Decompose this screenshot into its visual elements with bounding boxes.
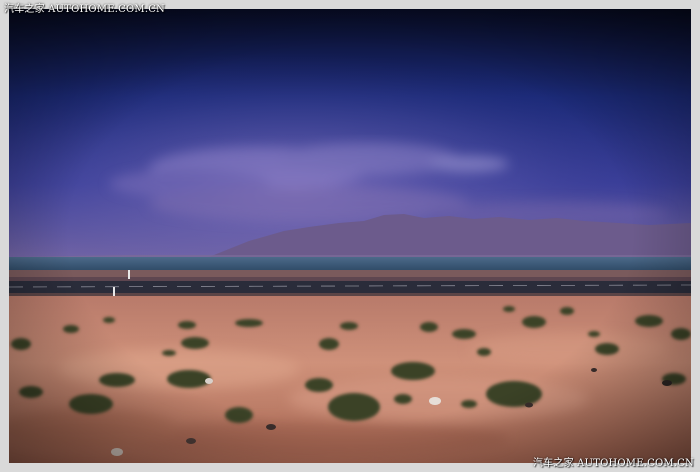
landscape-photo xyxy=(9,9,691,463)
landscape-illustration xyxy=(9,9,691,463)
watermark-top-left: 汽车之家 AUTOHOME.COM.CN xyxy=(4,4,166,15)
watermark-bottom-right: 汽车之家 AUTOHOME.COM.CN xyxy=(532,458,694,469)
screenshot-frame: 汽车之家 AUTOHOME.COM.CN 汽车之家 AUTOHOME.COM.C… xyxy=(0,0,700,472)
